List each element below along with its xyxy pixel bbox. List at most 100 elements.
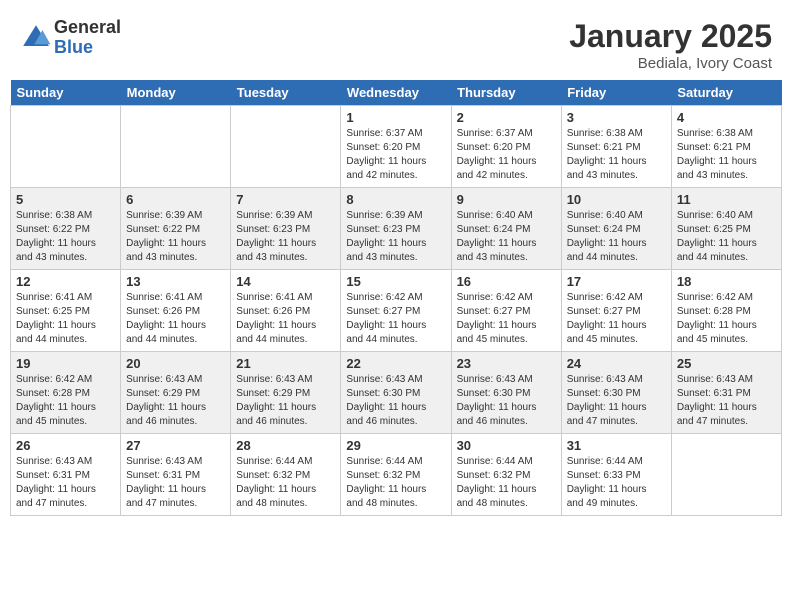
weekday-header-wednesday: Wednesday	[341, 80, 451, 106]
day-info: Sunrise: 6:41 AM Sunset: 6:26 PM Dayligh…	[236, 291, 335, 347]
day-info: Sunrise: 6:43 AM Sunset: 6:31 PM Dayligh…	[126, 455, 225, 511]
day-number: 30	[457, 438, 556, 453]
day-number: 7	[236, 192, 335, 207]
calendar-body: 1Sunrise: 6:37 AM Sunset: 6:20 PM Daylig…	[11, 106, 782, 516]
calendar-cell: 29 Sunrise: 6:44 AM Sunset: 6:32 PM Dayli…	[341, 434, 451, 516]
calendar-title: January 2025	[569, 18, 772, 55]
day-info: Sunrise: 6:39 AM Sunset: 6:22 PM Dayligh…	[126, 209, 225, 265]
day-info: Sunrise: 6:43 AM Sunset: 6:30 PM Dayligh…	[567, 373, 666, 429]
calendar-header: SundayMondayTuesdayWednesdayThursdayFrid…	[11, 80, 782, 106]
weekday-header-row: SundayMondayTuesdayWednesdayThursdayFrid…	[11, 80, 782, 106]
calendar-cell: 7 Sunrise: 6:39 AM Sunset: 6:23 PM Daylig…	[231, 188, 341, 270]
day-number: 4	[677, 110, 776, 125]
calendar-cell: 31 Sunrise: 6:44 AM Sunset: 6:33 PM Dayli…	[561, 434, 671, 516]
weekday-header-monday: Monday	[121, 80, 231, 106]
weekday-header-sunday: Sunday	[11, 80, 121, 106]
calendar-cell: 22Sunrise: 6:43 AM Sunset: 6:30 PM Dayli…	[341, 352, 451, 434]
calendar-cell: 1Sunrise: 6:37 AM Sunset: 6:20 PM Daylig…	[341, 106, 451, 188]
calendar-cell: 30 Sunrise: 6:44 AM Sunset: 6:32 PM Dayli…	[451, 434, 561, 516]
day-info: Sunrise: 6:42 AM Sunset: 6:28 PM Dayligh…	[677, 291, 776, 347]
calendar-cell	[11, 106, 121, 188]
calendar-cell: 4 Sunrise: 6:38 AM Sunset: 6:21 PM Daylig…	[671, 106, 781, 188]
day-number: 14	[236, 274, 335, 289]
calendar-cell: 14 Sunrise: 6:41 AM Sunset: 6:26 PM Dayli…	[231, 270, 341, 352]
day-info: Sunrise: 6:42 AM Sunset: 6:27 PM Dayligh…	[567, 291, 666, 347]
calendar-cell: 27 Sunrise: 6:43 AM Sunset: 6:31 PM Dayli…	[121, 434, 231, 516]
day-number: 15	[346, 274, 445, 289]
title-block: January 2025 Bediala, Ivory Coast	[569, 18, 772, 72]
day-info: Sunrise: 6:39 AM Sunset: 6:23 PM Dayligh…	[346, 209, 445, 265]
day-number: 29	[346, 438, 445, 453]
weekday-header-thursday: Thursday	[451, 80, 561, 106]
day-number: 27	[126, 438, 225, 453]
day-number: 8	[346, 192, 445, 207]
calendar-cell	[671, 434, 781, 516]
calendar-cell: 8 Sunrise: 6:39 AM Sunset: 6:23 PM Daylig…	[341, 188, 451, 270]
day-number: 2	[457, 110, 556, 125]
calendar-cell: 10Sunrise: 6:40 AM Sunset: 6:24 PM Dayli…	[561, 188, 671, 270]
weekday-header-friday: Friday	[561, 80, 671, 106]
day-number: 22	[346, 356, 445, 371]
day-info: Sunrise: 6:43 AM Sunset: 6:31 PM Dayligh…	[677, 373, 776, 429]
day-info: Sunrise: 6:44 AM Sunset: 6:33 PM Dayligh…	[567, 455, 666, 511]
day-info: Sunrise: 6:38 AM Sunset: 6:21 PM Dayligh…	[677, 127, 776, 183]
calendar-location: Bediala, Ivory Coast	[569, 55, 772, 72]
day-number: 17	[567, 274, 666, 289]
calendar-cell: 13 Sunrise: 6:41 AM Sunset: 6:26 PM Dayli…	[121, 270, 231, 352]
calendar-cell: 25 Sunrise: 6:43 AM Sunset: 6:31 PM Dayli…	[671, 352, 781, 434]
day-info: Sunrise: 6:43 AM Sunset: 6:30 PM Dayligh…	[457, 373, 556, 429]
day-info: Sunrise: 6:43 AM Sunset: 6:29 PM Dayligh…	[126, 373, 225, 429]
calendar-cell: 19 Sunrise: 6:42 AM Sunset: 6:28 PM Dayli…	[11, 352, 121, 434]
day-number: 6	[126, 192, 225, 207]
calendar-cell: 23Sunrise: 6:43 AM Sunset: 6:30 PM Dayli…	[451, 352, 561, 434]
week-row-1: 1Sunrise: 6:37 AM Sunset: 6:20 PM Daylig…	[11, 106, 782, 188]
calendar-cell: 15Sunrise: 6:42 AM Sunset: 6:27 PM Dayli…	[341, 270, 451, 352]
day-number: 1	[346, 110, 445, 125]
day-number: 31	[567, 438, 666, 453]
day-info: Sunrise: 6:42 AM Sunset: 6:27 PM Dayligh…	[457, 291, 556, 347]
calendar-table: SundayMondayTuesdayWednesdayThursdayFrid…	[10, 80, 782, 516]
day-info: Sunrise: 6:40 AM Sunset: 6:25 PM Dayligh…	[677, 209, 776, 265]
day-info: Sunrise: 6:44 AM Sunset: 6:32 PM Dayligh…	[236, 455, 335, 511]
day-info: Sunrise: 6:44 AM Sunset: 6:32 PM Dayligh…	[457, 455, 556, 511]
logo-general-text: General	[54, 18, 121, 38]
calendar-cell: 5Sunrise: 6:38 AM Sunset: 6:22 PM Daylig…	[11, 188, 121, 270]
calendar-cell: 28 Sunrise: 6:44 AM Sunset: 6:32 PM Dayli…	[231, 434, 341, 516]
calendar-cell	[121, 106, 231, 188]
day-number: 18	[677, 274, 776, 289]
calendar-cell: 16 Sunrise: 6:42 AM Sunset: 6:27 PM Dayli…	[451, 270, 561, 352]
day-info: Sunrise: 6:43 AM Sunset: 6:29 PM Dayligh…	[236, 373, 335, 429]
calendar-cell	[231, 106, 341, 188]
day-info: Sunrise: 6:38 AM Sunset: 6:22 PM Dayligh…	[16, 209, 115, 265]
calendar-cell: 18 Sunrise: 6:42 AM Sunset: 6:28 PM Dayli…	[671, 270, 781, 352]
day-number: 26	[16, 438, 115, 453]
calendar-cell: 9 Sunrise: 6:40 AM Sunset: 6:24 PM Daylig…	[451, 188, 561, 270]
day-number: 25	[677, 356, 776, 371]
day-number: 16	[457, 274, 556, 289]
week-row-4: 19 Sunrise: 6:42 AM Sunset: 6:28 PM Dayli…	[11, 352, 782, 434]
day-number: 21	[236, 356, 335, 371]
header: General Blue January 2025 Bediala, Ivory…	[10, 10, 782, 76]
day-info: Sunrise: 6:38 AM Sunset: 6:21 PM Dayligh…	[567, 127, 666, 183]
day-number: 28	[236, 438, 335, 453]
day-number: 20	[126, 356, 225, 371]
week-row-3: 12Sunrise: 6:41 AM Sunset: 6:25 PM Dayli…	[11, 270, 782, 352]
day-number: 19	[16, 356, 115, 371]
day-info: Sunrise: 6:41 AM Sunset: 6:26 PM Dayligh…	[126, 291, 225, 347]
day-info: Sunrise: 6:43 AM Sunset: 6:31 PM Dayligh…	[16, 455, 115, 511]
day-number: 3	[567, 110, 666, 125]
day-number: 13	[126, 274, 225, 289]
day-number: 12	[16, 274, 115, 289]
day-number: 24	[567, 356, 666, 371]
day-info: Sunrise: 6:40 AM Sunset: 6:24 PM Dayligh…	[457, 209, 556, 265]
day-info: Sunrise: 6:40 AM Sunset: 6:24 PM Dayligh…	[567, 209, 666, 265]
day-info: Sunrise: 6:44 AM Sunset: 6:32 PM Dayligh…	[346, 455, 445, 511]
calendar-cell: 11Sunrise: 6:40 AM Sunset: 6:25 PM Dayli…	[671, 188, 781, 270]
calendar-cell: 12Sunrise: 6:41 AM Sunset: 6:25 PM Dayli…	[11, 270, 121, 352]
week-row-5: 26 Sunrise: 6:43 AM Sunset: 6:31 PM Dayli…	[11, 434, 782, 516]
day-info: Sunrise: 6:42 AM Sunset: 6:28 PM Dayligh…	[16, 373, 115, 429]
day-info: Sunrise: 6:39 AM Sunset: 6:23 PM Dayligh…	[236, 209, 335, 265]
calendar-cell: 21 Sunrise: 6:43 AM Sunset: 6:29 PM Dayli…	[231, 352, 341, 434]
weekday-header-tuesday: Tuesday	[231, 80, 341, 106]
day-number: 9	[457, 192, 556, 207]
